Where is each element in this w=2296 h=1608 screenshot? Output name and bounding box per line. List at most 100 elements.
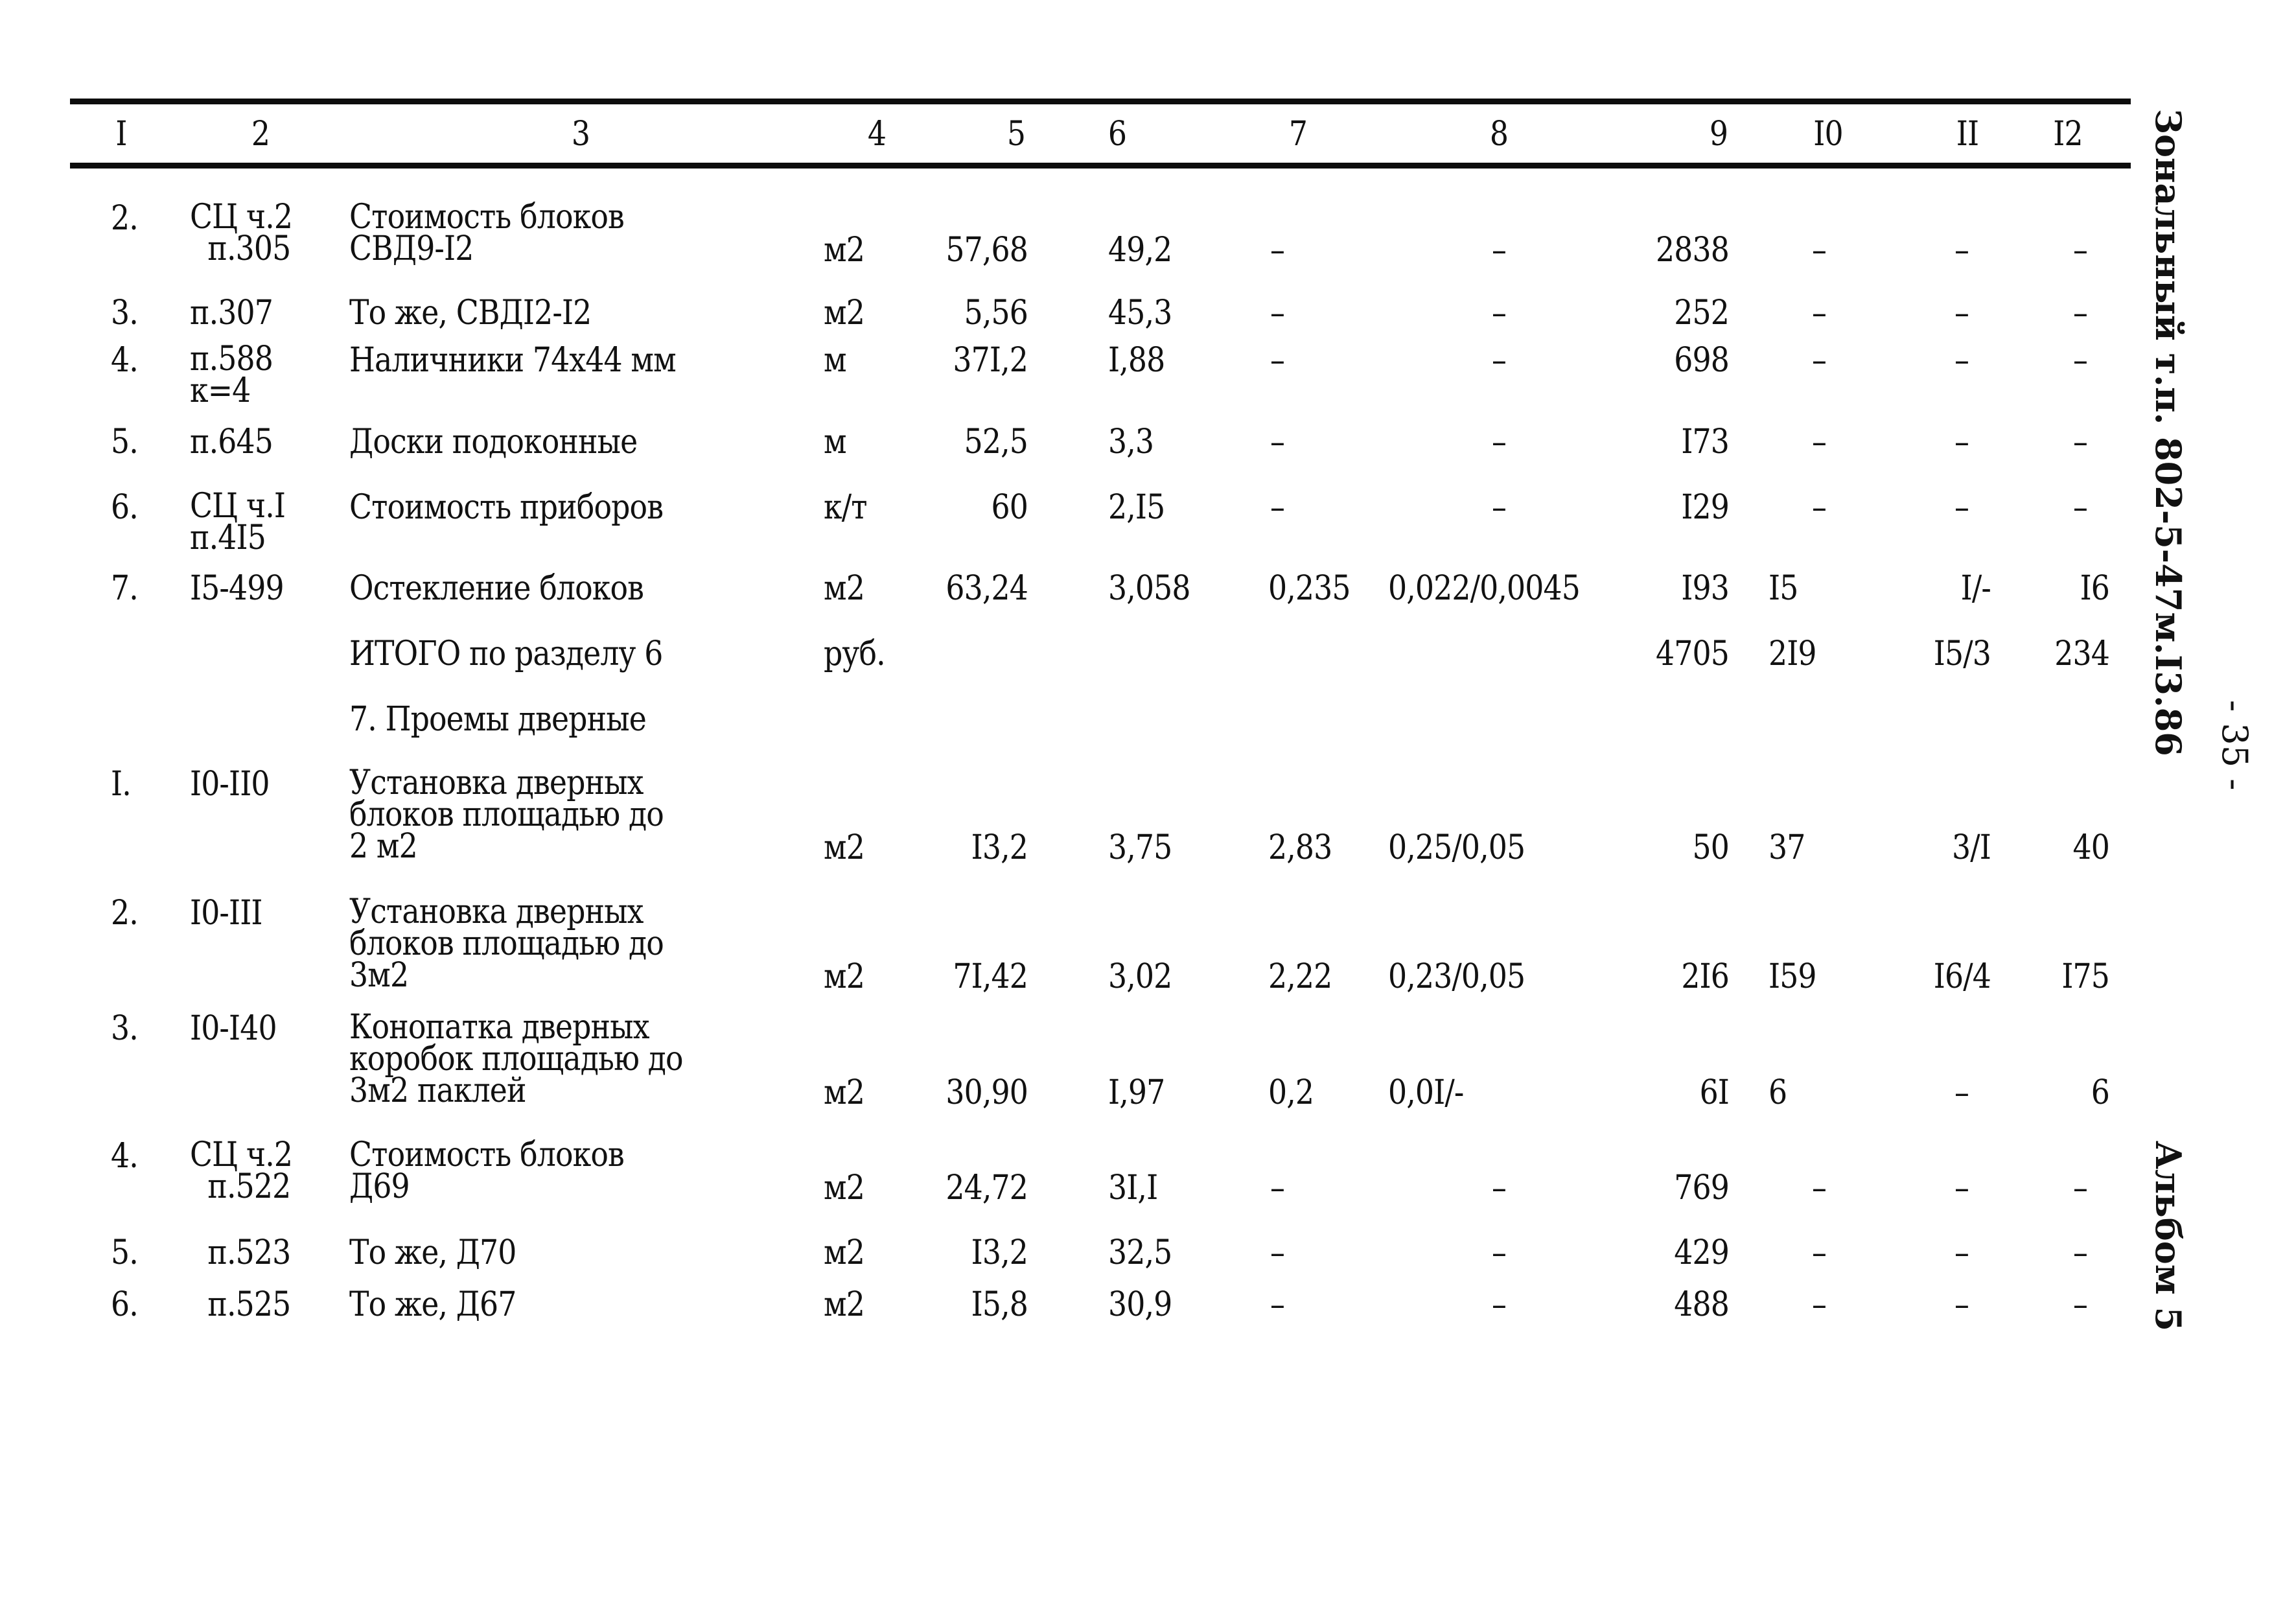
row6-7-c9: I93 (1681, 569, 1730, 609)
row6-4-c11: – (1954, 341, 1969, 380)
column-header-1: I (115, 115, 128, 154)
row7-5-ref: п.523 (189, 1233, 291, 1272)
row7-1-c5: I3,2 (971, 828, 1028, 868)
row7-3-c6: I,97 (1107, 1073, 1165, 1112)
row7-2-name: Установка дверных блоков площадью до 3м2 (349, 892, 664, 996)
row6-7-c7: 0,235 (1268, 569, 1351, 609)
row7-5-c9: 429 (1674, 1233, 1730, 1272)
row7-3-num: 3. (111, 1009, 139, 1049)
row6-3-name: То же, СВДI2-I2 (349, 294, 592, 333)
row6-7-c5: 63,24 (945, 569, 1028, 609)
column-header-9: 9 (1709, 115, 1728, 154)
row7-4-c7: – (1270, 1169, 1285, 1208)
row7-5-c11: – (1954, 1233, 1969, 1272)
row6-5-name: Доски подоконные (349, 423, 638, 462)
row7-4-c6: 3I,I (1107, 1169, 1158, 1208)
row6-4-num: 4. (111, 341, 139, 380)
row6-3-c5: 5,56 (964, 294, 1028, 333)
row6-6-name: Стоимость приборов (349, 487, 664, 527)
column-header-3: 3 (571, 115, 590, 154)
row7-6-c9: 488 (1674, 1285, 1730, 1324)
row6-7-c6: 3,058 (1107, 569, 1190, 609)
row6-4-name: Наличники 74х44 мм (349, 341, 677, 380)
row7-5-c5: I3,2 (971, 1233, 1028, 1272)
row6-6-c6: 2,I5 (1107, 487, 1165, 527)
row6-7-ref: I5-499 (189, 569, 284, 609)
album-label: Альбом 5 (2148, 1141, 2189, 1332)
row6-2-c5: 57,68 (945, 231, 1028, 270)
row6-2-c10: – (1812, 231, 1827, 270)
column-header-5: 5 (1007, 115, 1026, 154)
row6-7-num: 7. (111, 569, 139, 609)
row7-3-ref: I0-I40 (189, 1009, 277, 1049)
row6-5-c10: – (1812, 423, 1827, 462)
row6-4-ref: п.588 к=4 (189, 340, 273, 411)
column-header-7: 7 (1288, 115, 1307, 154)
row6-5-c11: – (1954, 423, 1969, 462)
row6-7-c12: I6 (2080, 569, 2110, 609)
row6-2-ref: СЦ ч.2 п.305 (189, 197, 293, 268)
row7-1-c7: 2,83 (1268, 828, 1332, 868)
row6-2-c7: – (1270, 231, 1285, 270)
row7-6-c5: I5,8 (971, 1285, 1028, 1324)
row7-2-c12: I75 (2061, 957, 2111, 997)
row7-5-c7: – (1270, 1233, 1285, 1272)
row7-4-c11: – (1954, 1169, 1969, 1208)
row7-5-name: То же, Д70 (349, 1233, 517, 1272)
row7-2-c5: 7I,42 (953, 957, 1028, 997)
column-header-8: 8 (1490, 115, 1509, 154)
row7-6-ref: п.525 (189, 1285, 291, 1324)
row6-4-c7: – (1270, 341, 1285, 380)
row6-6-c11: – (1954, 487, 1969, 527)
row6-5-c5: 52,5 (964, 423, 1028, 462)
row7-4-c10: – (1812, 1169, 1827, 1208)
row7-6-num: 6. (111, 1285, 139, 1324)
row6-2-name: Стоимость блоков СВД9-I2 (349, 197, 625, 268)
row6-5-c9: I73 (1681, 423, 1730, 462)
row7-1-c12: 40 (2072, 828, 2110, 868)
row6-6-c12: – (2072, 487, 2088, 527)
row6-2-num: 2. (111, 198, 139, 238)
row6-3-c7: – (1270, 294, 1285, 333)
table-header-rule (70, 163, 2131, 169)
row7-4-name: Стоимость блоков Д69 (349, 1135, 625, 1206)
row7-5-c12: – (2072, 1233, 2088, 1272)
row6-3-c6: 45,3 (1107, 294, 1172, 333)
row6-3-c12: – (2072, 294, 2088, 333)
row6-3-c10: – (1812, 294, 1827, 333)
row6-4-c9: 698 (1674, 341, 1730, 380)
table-top-rule (70, 99, 2131, 104)
row7-6-c10: – (1812, 1285, 1827, 1324)
row7-2-c9: 2I6 (1681, 957, 1730, 997)
row6-6-c5: 60 (991, 487, 1028, 527)
row7-4-c5: 24,72 (945, 1169, 1028, 1208)
row7-2-c6: 3,02 (1107, 957, 1172, 997)
section6-total-unit: руб. (824, 634, 886, 673)
section6-total-c12: 234 (2054, 634, 2111, 673)
row6-4-c12: – (2072, 341, 2088, 380)
row6-4-c10: – (1812, 341, 1827, 380)
row7-2-c7: 2,22 (1268, 957, 1332, 997)
row6-6-c7: – (1270, 487, 1285, 527)
row7-1-num: I. (111, 765, 132, 804)
section6-total-name: ИТОГО по разделу 6 (349, 634, 663, 673)
row6-2-c11: – (1954, 231, 1969, 270)
column-header-4: 4 (868, 115, 887, 154)
row6-5-c12: – (2072, 423, 2088, 462)
row7-3-name: Конопатка дверных коробок площадью до 3м… (349, 1008, 684, 1111)
row6-2-c9: 2838 (1655, 231, 1730, 270)
row7-3-c7: 0,2 (1268, 1073, 1314, 1112)
row6-5-ref: п.645 (189, 423, 273, 462)
row6-3-c9: 252 (1674, 294, 1730, 333)
row7-6-c7: – (1270, 1285, 1285, 1324)
row7-4-num: 4. (111, 1136, 139, 1176)
row6-6-c9: I29 (1681, 487, 1730, 527)
row6-6-num: 6. (111, 487, 139, 527)
row6-3-num: 3. (111, 294, 139, 333)
row7-6-c11: – (1954, 1285, 1969, 1324)
row7-4-ref: СЦ ч.2 п.522 (189, 1135, 293, 1206)
row7-3-c5: 30,90 (945, 1073, 1028, 1112)
row7-6-c6: 30,9 (1107, 1285, 1172, 1324)
row6-5-c7: – (1270, 423, 1285, 462)
row7-6-c12: – (2072, 1285, 2088, 1324)
